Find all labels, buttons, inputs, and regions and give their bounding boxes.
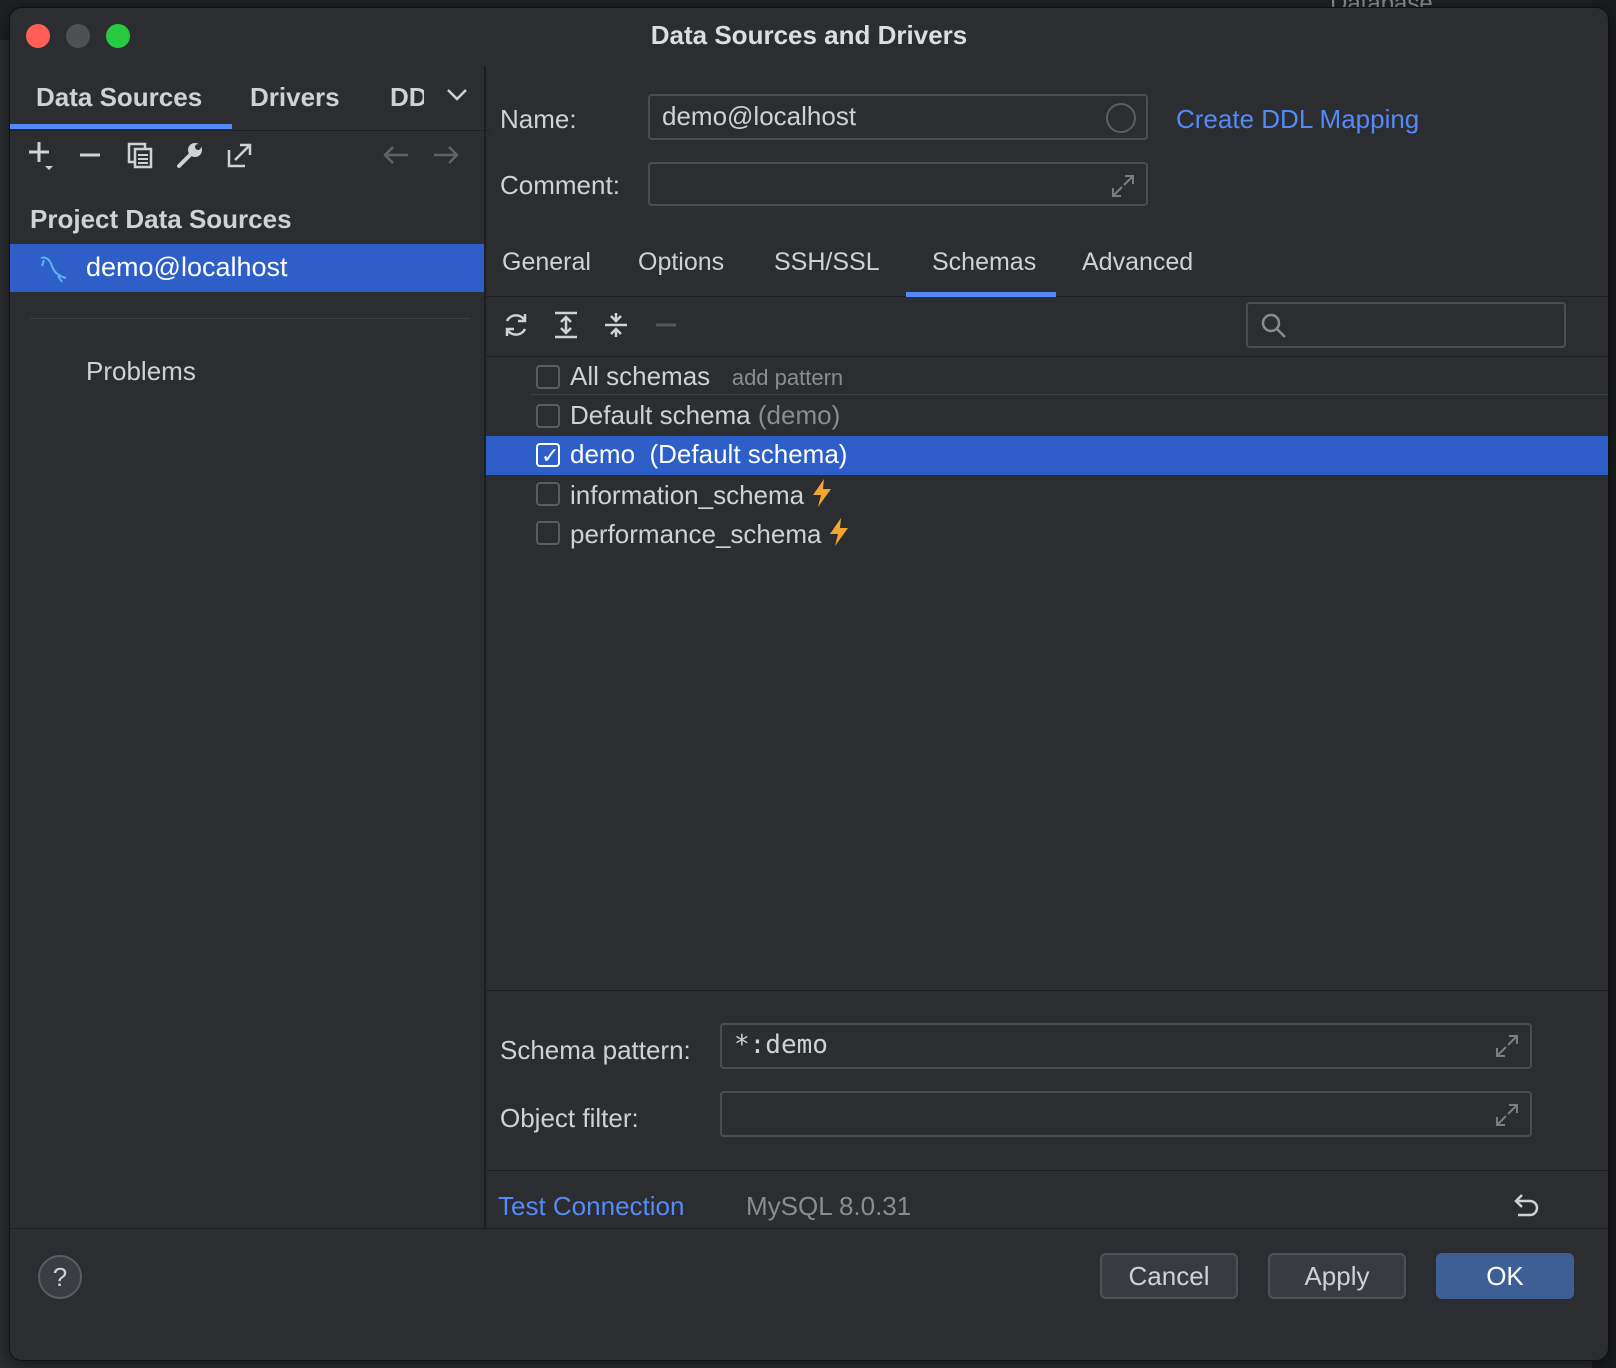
schema-row-demo[interactable]: ✓ demo (Default schema) — [486, 436, 1608, 475]
expand-icon[interactable] — [1494, 1099, 1520, 1139]
minus-icon[interactable] — [646, 300, 686, 350]
sidebar-toolbar — [10, 130, 490, 190]
datasource-item-demo[interactable]: demo@localhost — [10, 244, 484, 292]
checkbox-checked[interactable]: ✓ — [536, 443, 560, 468]
export-icon[interactable] — [220, 130, 260, 180]
comment-field[interactable] — [648, 162, 1148, 206]
dialog-footer: ? Cancel Apply OK — [10, 1228, 1608, 1360]
tab-advanced[interactable]: Advanced — [1082, 248, 1193, 277]
name-field-value: demo@localhost — [662, 101, 857, 131]
schema-row-default[interactable]: Default schema (demo) — [486, 397, 1608, 436]
schema-row-information[interactable]: information_schema — [486, 475, 1608, 514]
expand-icon[interactable] — [1494, 1031, 1520, 1071]
schema-row-performance[interactable]: performance_schema — [486, 514, 1608, 553]
expand-icon[interactable] — [1110, 170, 1136, 210]
duplicate-icon[interactable] — [120, 130, 160, 180]
schema-row-all[interactable]: All schemas add pattern — [486, 358, 1608, 397]
schema-pattern-value: *:demo — [734, 1030, 828, 1060]
mysql-dolphin-icon — [38, 252, 70, 289]
driver-version: MySQL 8.0.31 — [746, 1191, 912, 1221]
schema-search-input[interactable] — [1246, 302, 1566, 348]
lightning-icon — [827, 517, 851, 554]
main-panel: Name: demo@localhost Create DDL Mapping … — [486, 66, 1608, 1228]
schema-label: performance_schema — [570, 517, 851, 554]
active-tab-indicator — [10, 124, 232, 129]
search-icon — [1260, 312, 1288, 345]
object-filter-label: Object filter: — [500, 1103, 639, 1133]
add-pattern-link[interactable]: add pattern — [732, 365, 843, 390]
checkbox[interactable] — [536, 521, 560, 545]
cancel-button[interactable]: Cancel — [1100, 1253, 1238, 1299]
settings-wrench-icon[interactable] — [170, 130, 210, 180]
sidebar: Data Sources Drivers DD Project Data Sou… — [10, 66, 490, 1276]
name-field[interactable]: demo@localhost — [648, 94, 1148, 140]
pattern-area: Schema pattern: *:demo Object filter: — [486, 990, 1608, 1171]
sidebar-item-problems[interactable]: Problems — [86, 356, 196, 387]
schema-label: information_schema — [570, 478, 834, 515]
schema-pattern-field[interactable]: *:demo — [720, 1023, 1532, 1069]
revert-icon[interactable] — [1510, 1191, 1540, 1226]
ok-button[interactable]: OK — [1436, 1253, 1574, 1299]
comment-label: Comment: — [500, 170, 620, 200]
collapse-all-icon[interactable] — [596, 300, 636, 350]
remove-icon[interactable] — [70, 130, 110, 180]
schema-label: All schemas add pattern — [570, 361, 844, 391]
refresh-icon[interactable] — [496, 300, 536, 350]
object-filter-field[interactable] — [720, 1091, 1532, 1137]
checkbox[interactable] — [536, 482, 560, 506]
row-divider — [530, 394, 1608, 395]
settings-tabs: General Options SSH/SSL Schemas Advanced — [486, 238, 1608, 297]
tab-ssh-ssl[interactable]: SSH/SSL — [774, 248, 880, 277]
dialog-window: Data Sources and Drivers Data Sources Dr… — [10, 8, 1608, 1360]
back-arrow-icon[interactable] — [376, 130, 416, 180]
apply-button[interactable]: Apply — [1268, 1253, 1406, 1299]
create-ddl-mapping-link[interactable]: Create DDL Mapping — [1176, 104, 1419, 135]
title-bar: Data Sources and Drivers — [10, 8, 1608, 66]
schema-label: Default schema (demo) — [570, 400, 841, 430]
checkbox[interactable] — [536, 365, 560, 389]
test-connection-link[interactable]: Test Connection — [498, 1191, 684, 1222]
color-circle-icon[interactable] — [1106, 103, 1136, 133]
lightning-icon — [810, 478, 834, 515]
schema-label: demo (Default schema) — [570, 439, 848, 469]
chevron-down-icon[interactable] — [446, 88, 468, 107]
tab-ddl-truncated[interactable]: DD — [390, 82, 424, 113]
tab-schemas[interactable]: Schemas — [932, 248, 1036, 277]
tab-options[interactable]: Options — [638, 248, 724, 277]
expand-all-icon[interactable] — [546, 300, 586, 350]
sidebar-tabs: Data Sources Drivers DD — [10, 66, 490, 131]
forward-arrow-icon[interactable] — [426, 130, 466, 180]
schemas-toolbar — [486, 296, 1608, 357]
sidebar-divider — [30, 318, 470, 319]
datasource-item-label: demo@localhost — [86, 252, 288, 282]
tab-general[interactable]: General — [502, 248, 591, 277]
schema-list: All schemas add pattern Default schema (… — [486, 358, 1608, 986]
name-label: Name: — [500, 104, 577, 134]
window-title: Data Sources and Drivers — [650, 20, 968, 50]
section-title: Project Data Sources — [30, 204, 292, 234]
checkbox[interactable] — [536, 404, 560, 428]
check-icon: ✓ — [541, 443, 560, 468]
tab-data-sources[interactable]: Data Sources — [36, 82, 202, 113]
schema-pattern-label: Schema pattern: — [500, 1035, 691, 1065]
tab-drivers[interactable]: Drivers — [250, 82, 340, 113]
help-button[interactable]: ? — [38, 1255, 82, 1299]
add-icon[interactable] — [22, 130, 62, 180]
